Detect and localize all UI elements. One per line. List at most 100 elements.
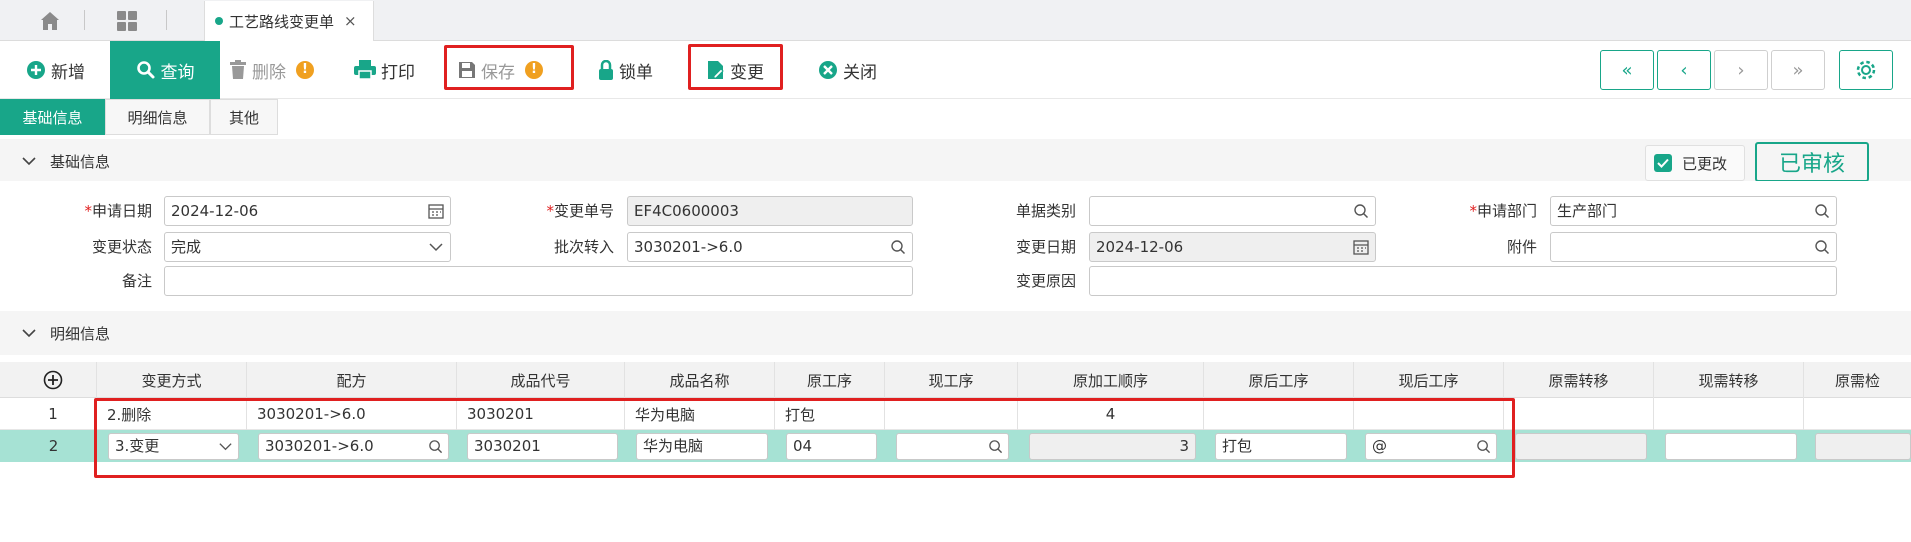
new-label: 新增 (51, 62, 85, 83)
chevron-down-icon (429, 243, 443, 252)
row-number: 2 (48, 437, 59, 455)
search-icon (1815, 240, 1830, 255)
tab-divider (84, 10, 85, 30)
apply-date-label: *申请日期 (84, 202, 152, 220)
cell-curr-transfer[interactable] (1654, 398, 1804, 430)
apply-dept-label: *申请部门 (1469, 202, 1537, 220)
gear-icon (1856, 60, 1876, 80)
apply-dept-field[interactable]: 生产部门 (1550, 196, 1837, 226)
print-button[interactable]: 打印 (354, 41, 415, 99)
next-record-button[interactable]: › (1714, 50, 1768, 90)
detail-info-header[interactable]: 明细信息 (0, 311, 1911, 355)
tab-other[interactable]: 其他 (210, 99, 278, 135)
plus-circle-icon (27, 61, 45, 79)
lock-label: 锁单 (619, 62, 653, 83)
calendar-icon (428, 204, 444, 219)
close-button[interactable]: 关闭 (818, 41, 877, 99)
lock-icon (599, 60, 613, 80)
section-title: 基础信息 (50, 152, 111, 171)
settings-button[interactable] (1839, 50, 1893, 90)
search-icon (891, 240, 906, 255)
search-icon (1354, 204, 1369, 219)
basic-info-form: *申请日期 2024-12-06 *变更单号 EF4C0600003 单据类别 … (0, 181, 1911, 302)
tab-basic-info[interactable]: 基础信息 (0, 99, 105, 135)
col-header[interactable]: 原加工顺序 (1018, 362, 1204, 398)
change-date-label: 变更日期 (1015, 238, 1076, 256)
annotation-box-change (688, 44, 783, 90)
home-icon[interactable] (38, 9, 62, 33)
change-date-field[interactable]: 2024-12-06 (1089, 232, 1376, 262)
calendar-icon (1353, 240, 1369, 255)
new-button[interactable]: 新增 (26, 41, 85, 99)
remark-field[interactable] (164, 266, 913, 296)
checkbox-checked-icon (1654, 154, 1672, 172)
approved-stamp: 已审核 (1755, 142, 1869, 182)
cell-orig-transfer[interactable] (1504, 398, 1654, 430)
tab-routing-change[interactable]: 工艺路线变更单 × (204, 1, 374, 41)
col-header[interactable]: 原需转移 (1504, 362, 1654, 398)
col-header[interactable]: 成品代号 (457, 362, 625, 398)
reason-label: 变更原因 (1015, 272, 1076, 290)
change-no-label: *变更单号 (546, 202, 614, 220)
last-record-button[interactable]: » (1771, 50, 1825, 90)
lock-button[interactable]: 锁单 (598, 41, 653, 99)
close-circle-icon (819, 61, 837, 79)
doc-type-field[interactable] (1089, 196, 1376, 226)
apply-date-field[interactable]: 2024-12-06 (164, 196, 451, 226)
search-icon (136, 61, 154, 79)
change-status-label: 变更状态 (91, 238, 152, 256)
changed-checkbox[interactable]: 已更改 (1645, 145, 1745, 181)
delete-label: 删除 (252, 62, 286, 83)
remark-label: 备注 (121, 272, 152, 290)
row-number: 1 (10, 398, 97, 430)
sub-tab-bar: 基础信息 明细信息 其他 (0, 99, 1911, 136)
search-icon (1815, 204, 1830, 219)
col-header[interactable]: 原需检 (1804, 362, 1911, 398)
toolbar: 新增 查询 删除 ! 打印 保存 ! 锁单 变更 关闭 « ‹ › » (0, 41, 1911, 99)
chevron-down-icon (22, 329, 36, 338)
delete-button[interactable]: 删除 ! (229, 41, 314, 99)
annotation-box-rows (94, 398, 1515, 478)
doc-type-label: 单据类别 (1015, 202, 1076, 220)
trash-icon (230, 60, 246, 79)
tab-label: 工艺路线变更单 (229, 12, 335, 31)
col-header[interactable]: 变更方式 (97, 362, 247, 398)
batch-field[interactable]: 3030201->6.0 (627, 232, 913, 262)
change-status-select[interactable]: 完成 (164, 232, 451, 262)
col-header[interactable]: 成品名称 (625, 362, 775, 398)
print-label: 打印 (381, 62, 415, 83)
apps-grid-icon[interactable] (115, 9, 139, 33)
warning-icon: ! (296, 61, 314, 79)
orig-inspect-input[interactable] (1815, 433, 1911, 460)
tab-detail-info[interactable]: 明细信息 (105, 99, 210, 135)
batch-label: 批次转入 (553, 238, 614, 256)
curr-transfer-input[interactable] (1665, 433, 1797, 460)
col-header[interactable]: 现工序 (885, 362, 1018, 398)
close-tab-icon[interactable]: × (344, 12, 357, 30)
section-title: 明细信息 (50, 324, 111, 343)
attachment-field[interactable] (1550, 232, 1837, 262)
changed-label: 已更改 (1682, 154, 1728, 173)
cell-orig-inspect[interactable] (1804, 398, 1911, 430)
attachment-label: 附件 (1506, 238, 1537, 256)
change-no-field[interactable]: EF4C0600003 (627, 196, 913, 226)
close-label: 关闭 (843, 62, 877, 83)
add-row-button[interactable] (10, 362, 97, 398)
query-label: 查询 (160, 62, 195, 83)
col-header[interactable]: 原工序 (775, 362, 885, 398)
plus-circle-icon (43, 370, 63, 390)
reason-field[interactable] (1089, 266, 1837, 296)
col-header[interactable]: 现后工序 (1354, 362, 1504, 398)
chevron-down-icon (22, 157, 36, 166)
top-tab-strip: 工艺路线变更单 × (0, 0, 1911, 41)
prev-record-button[interactable]: ‹ (1657, 50, 1711, 90)
first-record-button[interactable]: « (1600, 50, 1654, 90)
annotation-box-save (444, 45, 574, 90)
col-header[interactable]: 原后工序 (1204, 362, 1354, 398)
col-header[interactable]: 现需转移 (1654, 362, 1804, 398)
col-header[interactable]: 配方 (247, 362, 457, 398)
query-button[interactable]: 查询 (110, 41, 220, 99)
orig-transfer-input[interactable] (1515, 433, 1647, 460)
tab-divider (166, 10, 167, 30)
basic-info-header[interactable]: 基础信息 (0, 139, 1911, 183)
